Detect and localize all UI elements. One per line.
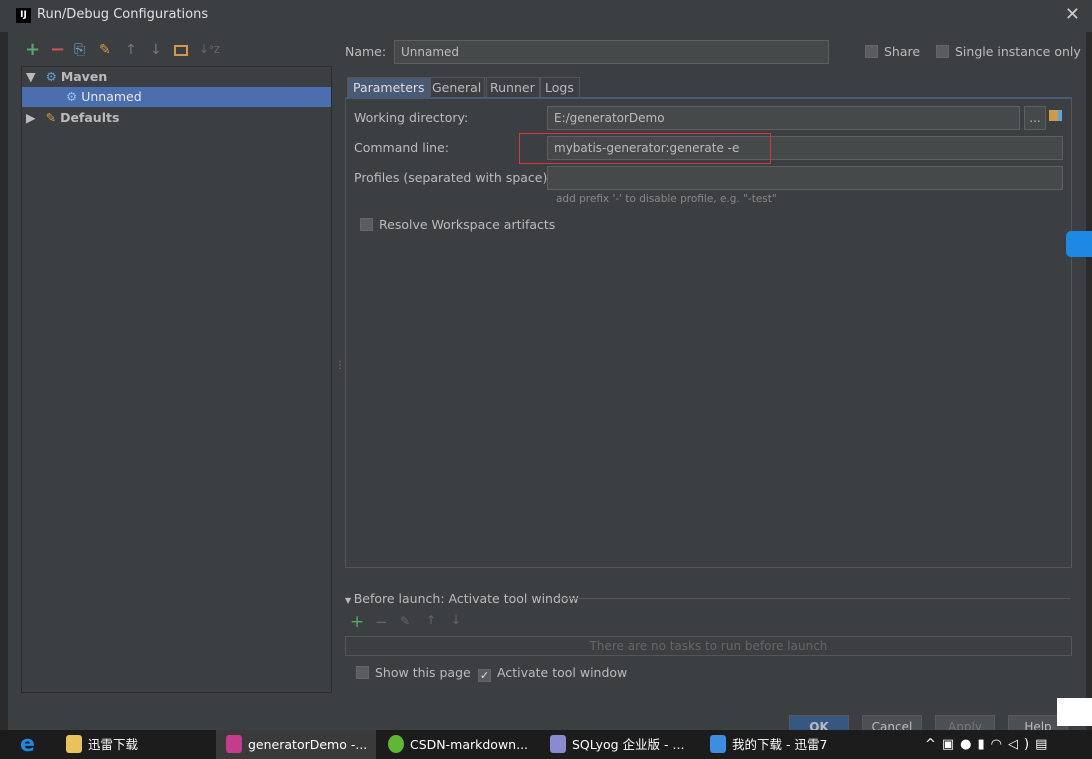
taskbar-label: CSDN-markdown... (410, 737, 529, 752)
single-instance-label: Single instance only (955, 44, 1081, 59)
show-page-label: Show this page (375, 665, 471, 680)
browser-icon (388, 735, 404, 753)
taskbar-label: 迅雷下载 (88, 737, 139, 752)
move-up-button[interactable]: ↑ (125, 42, 137, 58)
collapse-arrow-icon[interactable]: ▶ (26, 110, 36, 125)
activate-tool-window-checkbox[interactable]: ✓ Activate tool window (478, 665, 627, 682)
sort-button[interactable]: ↓ᵃz (199, 42, 220, 56)
before-launch-list: There are no tasks to run before launch (345, 636, 1072, 656)
taskbar-item[interactable]: generatorDemo -... (216, 730, 376, 759)
close-button[interactable]: ✕ (1065, 4, 1080, 25)
activate-label: Activate tool window (497, 665, 628, 680)
add-task-button[interactable]: + (350, 612, 364, 632)
background-window-edge (0, 32, 8, 730)
thunder-icon (710, 735, 726, 753)
taskbar-label: 我的下载 - 迅雷7 (732, 737, 828, 752)
intellij-icon (226, 735, 242, 753)
taskbar: e 迅雷下载 generatorDemo -... CSDN-markdown.… (0, 730, 1092, 759)
tree-label: Defaults (60, 110, 120, 125)
gear-icon: ⚙ (66, 89, 78, 104)
taskbar-label: SQLyog 企业版 - ... (572, 737, 685, 752)
collapse-arrow-icon: ▼ (345, 596, 354, 605)
folder-icon[interactable] (1049, 110, 1062, 121)
working-dir-input[interactable]: E:/generatorDemo (547, 106, 1020, 130)
sqlyog-icon (550, 735, 566, 753)
expand-arrow-icon[interactable]: ▼ (26, 69, 36, 84)
tree-node-unnamed[interactable]: ⚙ Unnamed (22, 87, 331, 107)
name-input[interactable]: Unnamed (394, 40, 829, 64)
share-label: Share (884, 44, 921, 59)
taskbar-item[interactable]: 迅雷下载 (66, 730, 138, 759)
separator (556, 598, 1070, 599)
share-checkbox[interactable]: Share (865, 44, 920, 59)
show-page-checkbox[interactable]: Show this page (356, 665, 471, 680)
copy-config-button[interactable]: ⎘ (74, 42, 85, 58)
tab-logs[interactable]: Logs (539, 77, 580, 98)
folder-icon[interactable] (174, 45, 188, 56)
taskbar-label: generatorDemo -... (248, 737, 368, 752)
edit-task-icon[interactable]: ✎ (400, 614, 410, 628)
tab-parameters[interactable]: Parameters (347, 77, 431, 98)
wrench-icon: ✎ (45, 110, 57, 125)
working-dir-label: Working directory: (354, 110, 469, 125)
gear-icon: ⚙ (45, 69, 57, 84)
single-instance-checkbox[interactable]: Single instance only (936, 44, 1081, 59)
taskbar-item[interactable]: CSDN-markdown... (388, 730, 528, 759)
floating-widget-icon[interactable] (1066, 231, 1092, 257)
resolve-workspace-checkbox[interactable]: Resolve Workspace artifacts (360, 217, 555, 232)
tab-general[interactable]: General (426, 77, 488, 98)
tree-node-defaults[interactable]: ▶ ✎ Defaults (22, 108, 331, 128)
tree-label: Maven (60, 69, 108, 84)
window-title: Run/Debug Configurations (37, 7, 209, 22)
tab-runner[interactable]: Runner (484, 77, 541, 98)
ime-icon[interactable] (1057, 698, 1092, 726)
profiles-label: Profiles (separated with space): (354, 170, 552, 185)
edge-icon[interactable]: e (20, 730, 35, 759)
resolve-workspace-label: Resolve Workspace artifacts (379, 217, 556, 232)
intellij-logo: IJ (16, 8, 31, 23)
move-down-task-icon[interactable]: ↓ (451, 613, 461, 627)
move-down-button[interactable]: ↓ (150, 42, 162, 58)
folder-icon (66, 735, 82, 753)
taskbar-item[interactable]: 我的下载 - 迅雷7 (710, 730, 827, 759)
remove-config-button[interactable]: − (50, 39, 65, 60)
browse-button[interactable]: ... (1024, 106, 1046, 130)
before-launch-header[interactable]: ▼ Before launch: Activate tool window (345, 591, 579, 606)
splitter-handle[interactable]: ⋮ (335, 360, 345, 371)
name-label: Name: (345, 44, 387, 59)
tree-node-maven[interactable]: ▼ ⚙ Maven (22, 67, 331, 87)
before-launch-title: Before launch: Activate tool window (353, 591, 579, 606)
move-up-task-icon[interactable]: ↑ (426, 613, 436, 627)
wrench-icon[interactable]: ✎ (99, 42, 111, 58)
add-config-button[interactable]: + (25, 39, 40, 60)
taskbar-item[interactable]: SQLyog 企业版 - ... (550, 730, 684, 759)
tree-label: Unnamed (81, 89, 142, 104)
system-tray-icons[interactable]: ^▣●▮◠◁)▤ (925, 730, 1053, 759)
remove-task-button[interactable]: − (375, 613, 388, 631)
background-window-edge-right (1086, 32, 1092, 730)
highlight-box (519, 133, 771, 164)
profiles-input[interactable] (547, 166, 1063, 190)
title-bar: IJ Run/Debug Configurations ✕ (0, 0, 1092, 32)
command-line-label: Command line: (354, 140, 449, 155)
config-tree: ▼ ⚙ Maven ⚙ Unnamed ▶ ✎ Defaults (21, 66, 332, 693)
profiles-hint: add prefix '-' to disable profile, e.g. … (556, 193, 777, 205)
